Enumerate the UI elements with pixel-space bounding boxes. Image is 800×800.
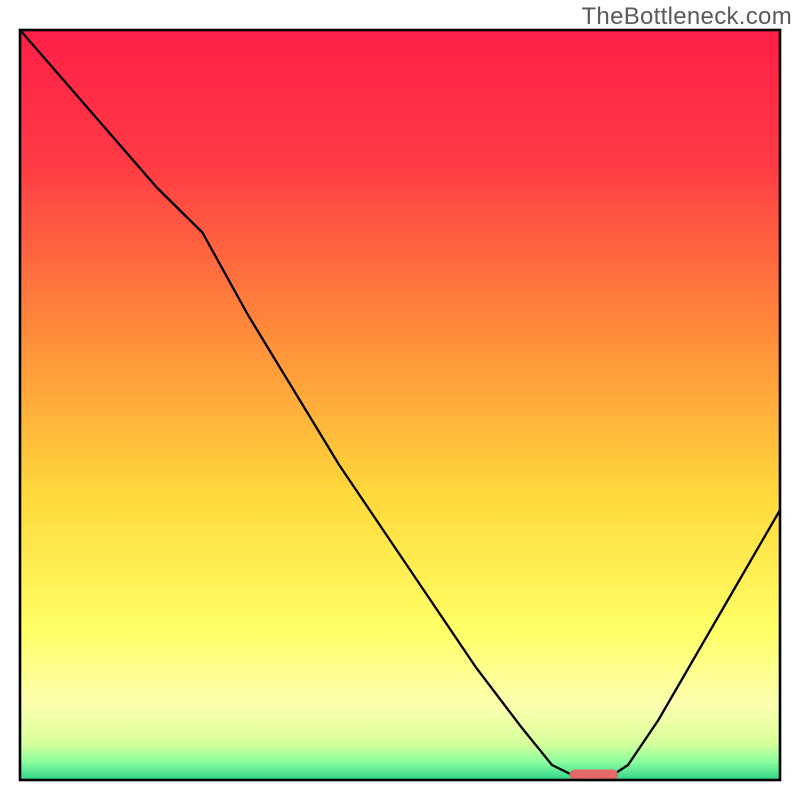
chart-container: TheBottleneck.com [0,0,800,800]
optimal-marker [569,770,618,781]
bottleneck-chart [0,0,800,800]
watermark-text: TheBottleneck.com [581,3,792,31]
plot-background [20,30,780,780]
